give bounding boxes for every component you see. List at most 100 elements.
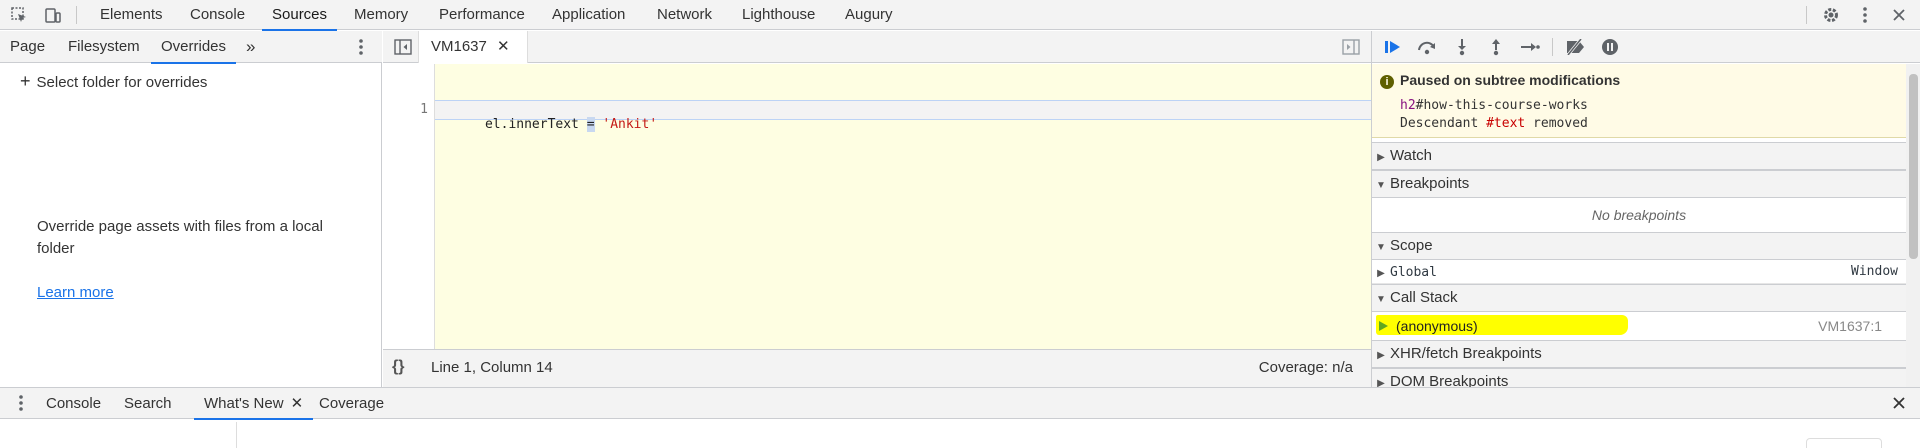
watch-section-header[interactable]: ▶ Watch [1372,142,1906,170]
paused-detail-c: removed [1525,116,1588,131]
drawer-tab-whats-new[interactable]: What's New ✕ [193,388,314,420]
navigator-panel: Page Filesystem Overrides » + Select fold… [0,31,382,387]
paused-node-selector: #how-this-course-works [1415,98,1588,113]
line-number-gutter: 1 [383,64,435,382]
debugger-scrollbar[interactable] [1906,64,1920,387]
tab-console[interactable]: Console [190,0,245,30]
pretty-print-icon[interactable]: {} [392,358,404,376]
scope-global-row[interactable]: ▶ Global Window [1372,260,1906,284]
settings-gear-icon[interactable] [1820,4,1842,26]
frame-location: VM1637:1 [1818,318,1882,334]
expand-triangle-icon: ▶ [1377,268,1385,279]
expand-triangle-icon: ▶ [1377,378,1385,387]
step-icon[interactable] [1519,36,1541,58]
deactivate-breakpoints-icon[interactable] [1564,36,1586,58]
collapse-triangle-icon: ▼ [1376,294,1386,305]
global-scope-value: Window [1851,264,1898,279]
tab-augury[interactable]: Augury [845,0,893,30]
tab-sources[interactable]: Sources [261,0,338,31]
more-tabs-chevron-icon[interactable]: » [246,31,255,63]
global-scope-label: Global [1390,265,1437,280]
paused-title: Paused on subtree modifications [1400,72,1621,88]
paused-node-tag: h2 [1400,98,1416,113]
dom-label: DOM Breakpoints [1390,373,1509,387]
frame-name: (anonymous) [1396,318,1478,334]
expand-triangle-icon: ▶ [1377,152,1385,163]
pause-on-exceptions-icon[interactable] [1599,36,1621,58]
cursor-position: Line 1, Column 14 [431,359,553,376]
paused-detail-a: Descendant [1400,116,1487,131]
debugger-sidebar: i Paused on subtree modifications h2#how-… [1371,31,1920,387]
tab-page[interactable]: Page [10,31,45,63]
select-folder-label: Select folder for overrides [36,74,208,91]
tab-memory[interactable]: Memory [354,0,408,30]
tab-application[interactable]: Application [552,0,625,30]
close-tab-icon[interactable]: ✕ [291,395,304,412]
learn-more-link[interactable]: Learn more [37,284,114,301]
scrollbar-thumb[interactable] [1909,74,1918,259]
navigator-menu-icon[interactable] [350,36,372,58]
overrides-empty-message: Override page assets with files from a l… [37,218,323,257]
drawer-tab-console[interactable]: Console [46,388,101,419]
main-toolbar: Elements Console Sources Memory Performa… [0,0,1920,31]
toggle-debugger-icon[interactable] [1340,36,1362,58]
line-number: 1 [420,102,428,117]
more-options-icon[interactable] [1854,4,1876,26]
expand-triangle-icon: ▶ [1377,350,1385,361]
inspect-element-icon[interactable] [8,4,30,26]
tab-lighthouse[interactable]: Lighthouse [742,0,815,30]
tab-filesystem[interactable]: Filesystem [68,31,140,63]
paused-node: h2#how-this-course-works [1400,98,1588,113]
drawer-tab-search[interactable]: Search [124,388,172,419]
code-string: 'Ankit' [594,117,658,132]
toggle-navigator-icon[interactable] [392,36,414,58]
tab-elements[interactable]: Elements [100,0,163,30]
step-out-icon[interactable] [1485,36,1507,58]
paused-detail: Descendant #text removed [1400,116,1588,131]
breakpoints-section-header[interactable]: ▼ Breakpoints [1372,170,1906,198]
paused-message: i Paused on subtree modifications h2#how-… [1372,64,1906,138]
tab-network[interactable]: Network [657,0,712,30]
resume-icon[interactable] [1382,36,1404,58]
drawer-menu-icon[interactable] [10,392,32,414]
debugger-toolbar [1372,31,1920,63]
call-stack-label: Call Stack [1390,289,1458,306]
close-drawer-icon[interactable] [1888,392,1910,414]
close-devtools-icon[interactable] [1888,4,1910,26]
step-over-icon[interactable] [1416,36,1438,58]
drawer-tab-coverage[interactable]: Coverage [319,388,384,419]
editor-tab-vm1637[interactable]: VM1637 ✕ [418,31,528,63]
code-editor[interactable]: el.innerText = 'Ankit' [435,64,1371,382]
plus-icon: + [20,71,31,91]
scope-section-header[interactable]: ▼ Scope [1372,232,1906,260]
paused-detail-node: #text [1486,116,1526,131]
call-stack-section-header[interactable]: ▼ Call Stack [1372,284,1906,312]
editor-status-bar: {} Line 1, Column 14 Coverage: n/a [383,349,1371,387]
tab-overrides[interactable]: Overrides [150,31,237,64]
scope-label: Scope [1390,237,1433,254]
xhr-label: XHR/fetch Breakpoints [1390,345,1542,362]
close-tab-icon[interactable]: ✕ [497,38,510,55]
editor-tab-strip: VM1637 ✕ [383,31,1371,63]
breakpoints-label: Breakpoints [1390,175,1470,192]
watch-label: Watch [1390,147,1432,164]
info-icon: i [1380,75,1394,89]
editor-panel: VM1637 ✕ 1 el.innerText = 'Ankit' {} Lin… [383,31,1371,387]
tab-performance[interactable]: Performance [439,0,525,30]
device-toolbar-icon[interactable] [42,4,64,26]
collapse-triangle-icon: ▼ [1376,242,1386,253]
drawer-tab-strip: Console Search What's New ✕ Coverage [0,387,1920,420]
coverage-status: Coverage: n/a [1258,359,1353,376]
code-operator: = [586,117,595,132]
xhr-breakpoints-section-header[interactable]: ▶ XHR/fetch Breakpoints [1372,340,1906,368]
select-folder-button[interactable]: + Select folder for overrides [20,71,207,92]
current-frame-arrow-icon [1379,321,1388,331]
call-frame-row[interactable]: (anonymous) VM1637:1 [1372,312,1906,340]
code-lhs: el.innerText [484,117,587,132]
drawer-tab-whats-new-label: What's New [204,395,284,412]
editor-tab-label: VM1637 [431,38,487,55]
navigator-tabs: Page Filesystem Overrides » [0,31,382,64]
no-breakpoints-message: No breakpoints [1591,207,1687,223]
step-into-icon[interactable] [1451,36,1473,58]
dom-breakpoints-section-header[interactable]: ▶ DOM Breakpoints [1372,368,1906,387]
